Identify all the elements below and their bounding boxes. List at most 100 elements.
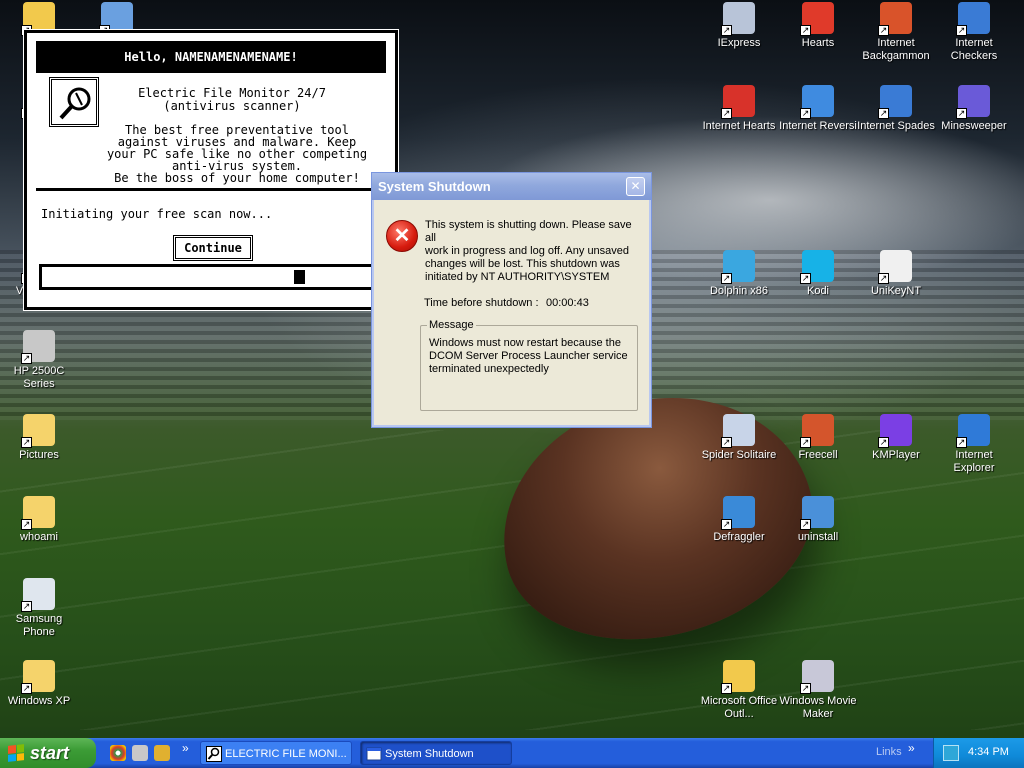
shortcut-arrow-icon: ↗ bbox=[878, 273, 889, 284]
desktop-icon[interactable]: ↗ Internet Spades bbox=[857, 85, 935, 133]
links-more-icon[interactable]: » bbox=[908, 741, 915, 755]
start-button[interactable]: start bbox=[0, 738, 96, 768]
efm-separator bbox=[36, 188, 386, 191]
quicklaunch-more-icon[interactable]: » bbox=[182, 741, 189, 755]
desktop-icon-label: Internet Checkers bbox=[950, 37, 998, 62]
desktop-icon[interactable]: ↗ Defraggler bbox=[700, 496, 778, 544]
desktop-icon-label: Microsoft Office Outl... bbox=[700, 695, 778, 720]
network-tray-icon[interactable] bbox=[943, 745, 959, 761]
chrome-quicklaunch-icon[interactable] bbox=[110, 745, 126, 761]
desktop-icon[interactable]: ↗ Windows Movie Maker bbox=[779, 660, 857, 721]
desktop-icon[interactable]: ↗ Microsoft Office Outl... bbox=[700, 660, 778, 721]
desktop-icon[interactable]: ↗ whoami bbox=[0, 496, 78, 544]
desktop-icon[interactable]: ↗ Spider Solitaire bbox=[700, 414, 778, 462]
desktop-icon[interactable]: ↗ Internet Backgammon bbox=[857, 2, 935, 63]
desktop-icon-label: Internet Explorer bbox=[953, 449, 995, 474]
message-group-text: Windows must now restart because the DCO… bbox=[429, 337, 634, 376]
desktop-icon-label: Internet Backgammon bbox=[862, 37, 930, 62]
desktop-icon[interactable]: ↗ Internet Explorer bbox=[935, 414, 1013, 475]
windows-flag-icon bbox=[8, 744, 24, 762]
desktop-icon[interactable]: ↗ Samsung Phone bbox=[0, 578, 78, 639]
desktop-icon-label: uninstall bbox=[797, 531, 839, 543]
shortcut-arrow-icon: ↗ bbox=[21, 353, 32, 364]
close-button[interactable]: ✕ bbox=[626, 177, 645, 196]
shortcut-arrow-icon: ↗ bbox=[878, 108, 889, 119]
desktop-icon[interactable]: ↗ Internet Reversi bbox=[779, 85, 857, 133]
continue-button[interactable]: Continue bbox=[173, 235, 253, 261]
error-icon: ✕ bbox=[386, 220, 418, 252]
folder-icon: ↗ bbox=[21, 660, 55, 694]
printer-quicklaunch-icon[interactable] bbox=[132, 745, 148, 761]
internet-explorer-icon: ↗ bbox=[956, 414, 990, 448]
desktop-icon-label: Internet Reversi bbox=[779, 120, 857, 132]
shortcut-arrow-icon: ↗ bbox=[721, 683, 732, 694]
time-before-shutdown-value: 00:00:43 bbox=[546, 297, 589, 309]
shortcut-arrow-icon: ↗ bbox=[956, 437, 967, 448]
magnifier-logo-icon bbox=[49, 77, 99, 127]
desktop-icon[interactable]: ↗ Internet Checkers bbox=[935, 2, 1013, 63]
magnifier-task-icon bbox=[206, 746, 222, 762]
spades-icon: ↗ bbox=[878, 85, 912, 119]
group-text-line-3: terminated unexpectedly bbox=[429, 363, 549, 375]
desktop-icon-label: Windows XP bbox=[7, 695, 71, 707]
desktop-icon-label: Hearts bbox=[801, 37, 835, 49]
desktop-icon-label: Kodi bbox=[806, 285, 830, 297]
desktop-icon-label: Defraggler bbox=[713, 531, 765, 543]
efm-progress-indicator bbox=[294, 270, 305, 284]
electric-file-monitor-window: Hello, NAMENAMENAMENAME! Electric File M… bbox=[24, 30, 398, 310]
desktop-icon[interactable]: ↗ Pictures bbox=[0, 414, 78, 462]
desktop-icon[interactable]: ↗ Kodi bbox=[779, 250, 857, 298]
efm-title[interactable]: Hello, NAMENAMENAMENAME! bbox=[36, 41, 386, 73]
movie-maker-icon: ↗ bbox=[800, 660, 834, 694]
desktop-icon-label: Freecell bbox=[798, 449, 838, 461]
desktop-icon[interactable]: ↗ UniKeyNT bbox=[857, 250, 935, 298]
shutdown-message-line-1: This system is shutting down. Please sav… bbox=[425, 219, 632, 244]
freecell-icon: ↗ bbox=[800, 414, 834, 448]
shortcut-arrow-icon: ↗ bbox=[800, 273, 811, 284]
efm-description: The best free preventative tool against … bbox=[87, 124, 387, 184]
desktop-icon-label: KMPlayer bbox=[872, 449, 920, 461]
shortcut-arrow-icon: ↗ bbox=[721, 519, 732, 530]
links-toolbar[interactable]: Links bbox=[876, 746, 902, 758]
shortcut-arrow-icon: ↗ bbox=[800, 25, 811, 36]
desktop-icon[interactable]: ↗ Internet Hearts bbox=[700, 85, 778, 133]
desktop-icon-label: Dolphin x86 bbox=[709, 285, 769, 297]
efm-progress-bar bbox=[39, 264, 385, 290]
clock[interactable]: 4:34 PM bbox=[968, 746, 1009, 758]
desktop-icon[interactable]: ↗ KMPlayer bbox=[857, 414, 935, 462]
printer-icon: ↗ bbox=[21, 330, 55, 364]
folder-icon: ↗ bbox=[21, 496, 55, 530]
dialog-title[interactable]: System Shutdown bbox=[372, 173, 651, 200]
shutdown-message-line-4: initiated by NT AUTHORITY\SYSTEM bbox=[425, 271, 610, 283]
shortcut-arrow-icon: ↗ bbox=[21, 601, 32, 612]
taskbar-item-electric-file-monitor[interactable]: ELECTRIC FILE MONI... bbox=[200, 741, 352, 765]
uninstall-icon: ↗ bbox=[800, 496, 834, 530]
desktop-icon-label: Windows Movie Maker bbox=[779, 695, 857, 720]
shortcut-arrow-icon: ↗ bbox=[956, 25, 967, 36]
dolphin-icon: ↗ bbox=[721, 250, 755, 284]
desktop-icon[interactable]: ↗ uninstall bbox=[779, 496, 857, 544]
kodi-icon: ↗ bbox=[800, 250, 834, 284]
shortcut-arrow-icon: ↗ bbox=[721, 25, 732, 36]
desktop-icon[interactable]: ↗ Hearts bbox=[779, 2, 857, 50]
desktop-icon-label: IExpress bbox=[717, 37, 761, 49]
efm-desc-line-5: Be the boss of your home computer! bbox=[114, 171, 360, 185]
shutdown-message-line-3: changes will be lost. This shutdown was bbox=[425, 258, 620, 270]
desktop-icon-label: Internet Spades bbox=[857, 120, 935, 132]
tool-quicklaunch-icon[interactable] bbox=[154, 745, 170, 761]
shortcut-arrow-icon: ↗ bbox=[956, 108, 967, 119]
desktop-icon[interactable]: ↗ Freecell bbox=[779, 414, 857, 462]
reversi-icon: ↗ bbox=[800, 85, 834, 119]
desktop-icon[interactable]: ↗ HP 2500C Series bbox=[0, 330, 78, 391]
taskbar-item-system-shutdown[interactable]: System Shutdown bbox=[360, 741, 512, 765]
desktop-icon[interactable]: ↗ Dolphin x86 bbox=[700, 250, 778, 298]
desktop-icon[interactable]: ↗ IExpress bbox=[700, 2, 778, 50]
desktop-icon[interactable]: ↗ Minesweeper bbox=[935, 85, 1013, 133]
internet-hearts-icon: ↗ bbox=[721, 85, 755, 119]
message-groupbox: Message Windows must now restart because… bbox=[420, 319, 638, 411]
desktop-icon[interactable]: ↗ Windows XP bbox=[0, 660, 78, 708]
task2-label: System Shutdown bbox=[385, 748, 474, 760]
shortcut-arrow-icon: ↗ bbox=[800, 683, 811, 694]
desktop-icon-label: whoami bbox=[20, 531, 58, 543]
efm-product-name: Electric File Monitor 24/7 (antivirus sc… bbox=[122, 87, 342, 113]
